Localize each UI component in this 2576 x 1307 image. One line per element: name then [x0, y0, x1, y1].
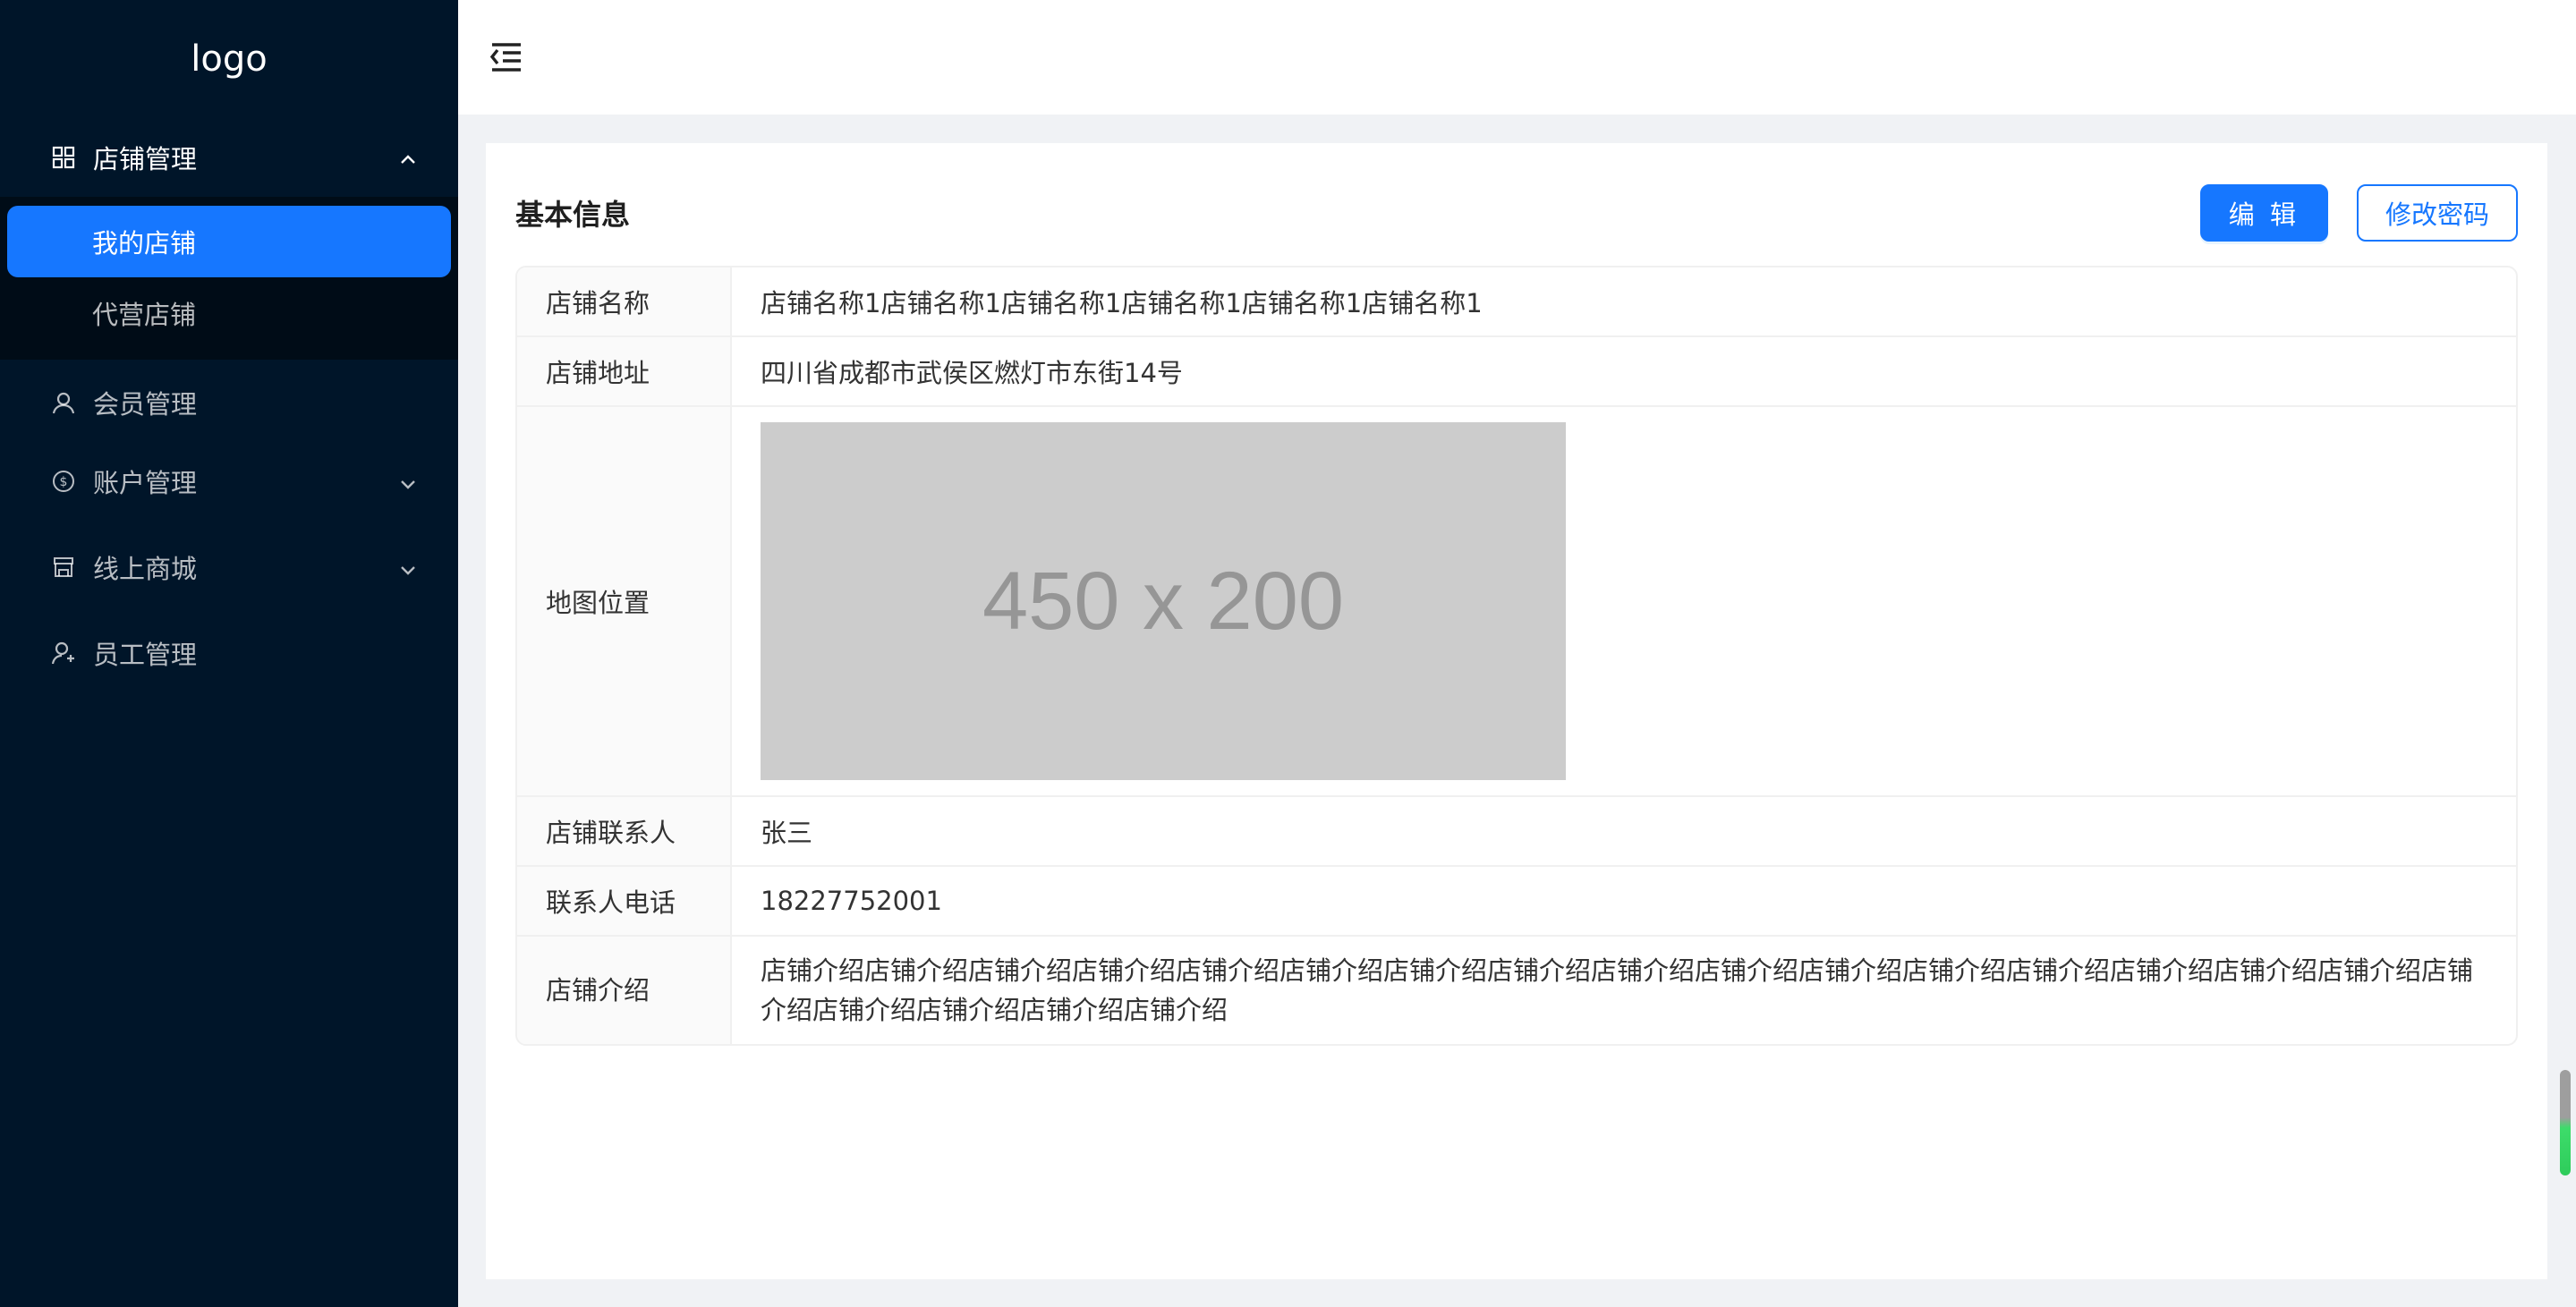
contact-phone-value: 18227752001 — [732, 867, 2516, 937]
store-intro-value: 店铺介绍店铺介绍店铺介绍店铺介绍店铺介绍店铺介绍店铺介绍店铺介绍店铺介绍店铺介绍… — [761, 955, 2474, 1025]
menu-item-label: 账户管理 — [93, 468, 198, 498]
grid-icon — [50, 144, 77, 171]
user-icon — [50, 389, 77, 416]
store-address-label: 店铺地址 — [517, 337, 732, 407]
map-placeholder-image: 450 x 200 — [761, 422, 1566, 780]
table-row: 店铺介绍 店铺介绍店铺介绍店铺介绍店铺介绍店铺介绍店铺介绍店铺介绍店铺介绍店铺介… — [517, 937, 2516, 1044]
menu-item-staff-management[interactable]: 员工管理 — [0, 614, 458, 692]
menu-item-member-management[interactable]: 会员管理 — [0, 363, 458, 442]
menu-item-label: 会员管理 — [93, 389, 198, 420]
edit-button[interactable]: 编 辑 — [2199, 184, 2328, 242]
menu-item-label: 员工管理 — [93, 640, 198, 670]
store-contact-value: 张三 — [732, 797, 2516, 867]
menu-item-label: 线上商城 — [93, 554, 198, 584]
table-row: 联系人电话 18227752001 — [517, 867, 2516, 937]
svg-text:$: $ — [60, 475, 68, 489]
scrollbar[interactable] — [2560, 1070, 2571, 1175]
submenu-store-management: 我的店铺 代营店铺 — [0, 197, 458, 360]
card-actions: 编 辑 修改密码 — [2199, 184, 2518, 242]
sidebar-item-managed-stores[interactable]: 代营店铺 — [0, 277, 458, 349]
map-location-value: 450 x 200 — [732, 407, 2516, 797]
sidebar-item-my-store[interactable]: 我的店铺 — [7, 206, 451, 277]
logo[interactable]: logo — [0, 0, 458, 118]
table-row: 店铺联系人 张三 — [517, 797, 2516, 867]
chevron-down-icon — [397, 556, 419, 578]
table-row: 店铺地址 四川省成都市武侯区燃灯市东街14号 — [517, 337, 2516, 407]
menu-item-store-management[interactable]: 店铺管理 — [0, 118, 458, 197]
top-header — [458, 0, 2576, 115]
sidebar: logo 店铺管理 我的店铺 代营店铺 会员管理 $ 账户管理 线上商城 员工管… — [0, 0, 458, 1307]
table-row: 店铺名称 店铺名称1店铺名称1店铺名称1店铺名称1店铺名称1店铺名称1 — [517, 267, 2516, 337]
map-location-label: 地图位置 — [517, 407, 732, 797]
table-row: 地图位置 450 x 200 — [517, 407, 2516, 797]
user-add-icon — [50, 640, 77, 666]
store-contact-label: 店铺联系人 — [517, 797, 732, 867]
menu-item-label: 店铺管理 — [93, 144, 198, 174]
card-header: 基本信息 编 辑 修改密码 — [515, 170, 2518, 256]
store-details-table: 店铺名称 店铺名称1店铺名称1店铺名称1店铺名称1店铺名称1店铺名称1 店铺地址… — [515, 266, 2518, 1046]
store-address-value: 四川省成都市武侯区燃灯市东街14号 — [732, 337, 2516, 407]
card-title: 基本信息 — [515, 198, 631, 232]
store-intro-label: 店铺介绍 — [517, 937, 732, 1044]
menu-fold-icon[interactable] — [487, 38, 526, 77]
contact-phone-label: 联系人电话 — [517, 867, 732, 937]
basic-info-card: 基本信息 编 辑 修改密码 店铺名称 店铺名称1店铺名称1店铺名称1店铺名称1店… — [486, 143, 2547, 1279]
shop-icon — [50, 554, 77, 581]
menu-item-account-management[interactable]: $ 账户管理 — [0, 442, 458, 521]
dollar-circle-icon: $ — [50, 468, 77, 495]
menu-item-online-mall[interactable]: 线上商城 — [0, 528, 458, 607]
chevron-up-icon — [397, 147, 419, 168]
change-password-button[interactable]: 修改密码 — [2356, 184, 2518, 242]
chevron-down-icon — [397, 471, 419, 492]
store-name-value: 店铺名称1店铺名称1店铺名称1店铺名称1店铺名称1店铺名称1 — [732, 267, 2516, 337]
store-name-label: 店铺名称 — [517, 267, 732, 337]
